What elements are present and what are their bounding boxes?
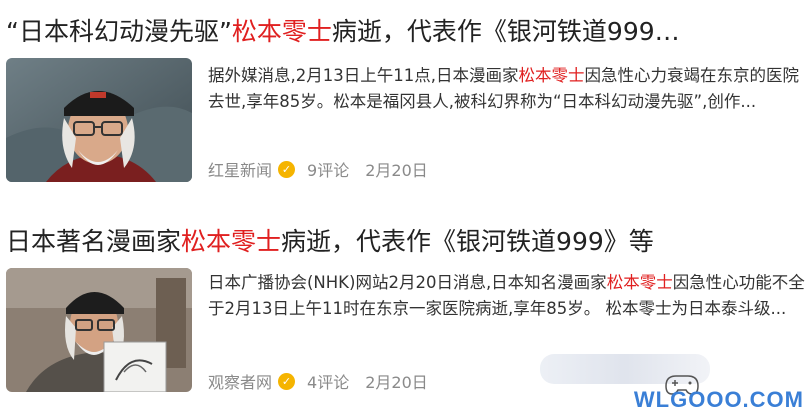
result-thumbnail[interactable] [6, 58, 192, 182]
snippet-highlight: 松本零士 [518, 66, 585, 85]
title-text: 病逝，代表作《银河铁道999… [331, 17, 680, 46]
title-text: “日本科幻动漫先驱” [6, 17, 232, 46]
snippet-text: 据外媒消息,2月13日上午11点,日本漫画家 [208, 66, 519, 85]
verified-badge-icon: ✓ [278, 372, 296, 390]
comment-count[interactable]: 9评论 [307, 157, 349, 181]
title-text: 日本著名漫画家 [6, 227, 182, 256]
publish-date: 2月20日 [365, 373, 428, 392]
title-text: 病逝，代表作《银河铁道999》等 [281, 227, 654, 256]
snippet-highlight: 松本零士 [606, 273, 673, 292]
verified-badge-icon: ✓ [278, 160, 296, 178]
result-meta: 观察者网 ✓ 4评论 2月20日 [208, 370, 428, 392]
publish-date: 2月20日 [365, 161, 428, 180]
site-watermark: WLGOOO.COM [633, 387, 804, 412]
source-link[interactable]: 红星新闻 [208, 157, 272, 181]
snippet-text: 日本广播协会(NHK)网站2月20日消息,日本知名漫画家 [208, 273, 607, 292]
title-highlight: 松本零士 [231, 17, 332, 46]
source-link[interactable]: 观察者网 [208, 369, 272, 393]
result-title-link[interactable]: “日本科幻动漫先驱”松本零士病逝，代表作《银河铁道999… [6, 16, 680, 48]
result-title-link[interactable]: 日本著名漫画家松本零士病逝，代表作《银河铁道999》等 [6, 226, 654, 258]
title-highlight: 松本零士 [181, 227, 282, 256]
portrait-image [6, 268, 192, 392]
comment-count[interactable]: 4评论 [307, 369, 349, 393]
result-snippet: 据外媒消息,2月13日上午11点,日本漫画家松本零士因急性心力衰竭在东京的医院去… [208, 63, 808, 115]
result-meta: 红星新闻 ✓ 9评论 2月20日 [208, 158, 428, 180]
portrait-image [6, 58, 192, 182]
result-snippet: 日本广播协会(NHK)网站2月20日消息,日本知名漫画家松本零士因急性心功能不全… [208, 270, 808, 322]
result-thumbnail[interactable] [6, 268, 192, 392]
